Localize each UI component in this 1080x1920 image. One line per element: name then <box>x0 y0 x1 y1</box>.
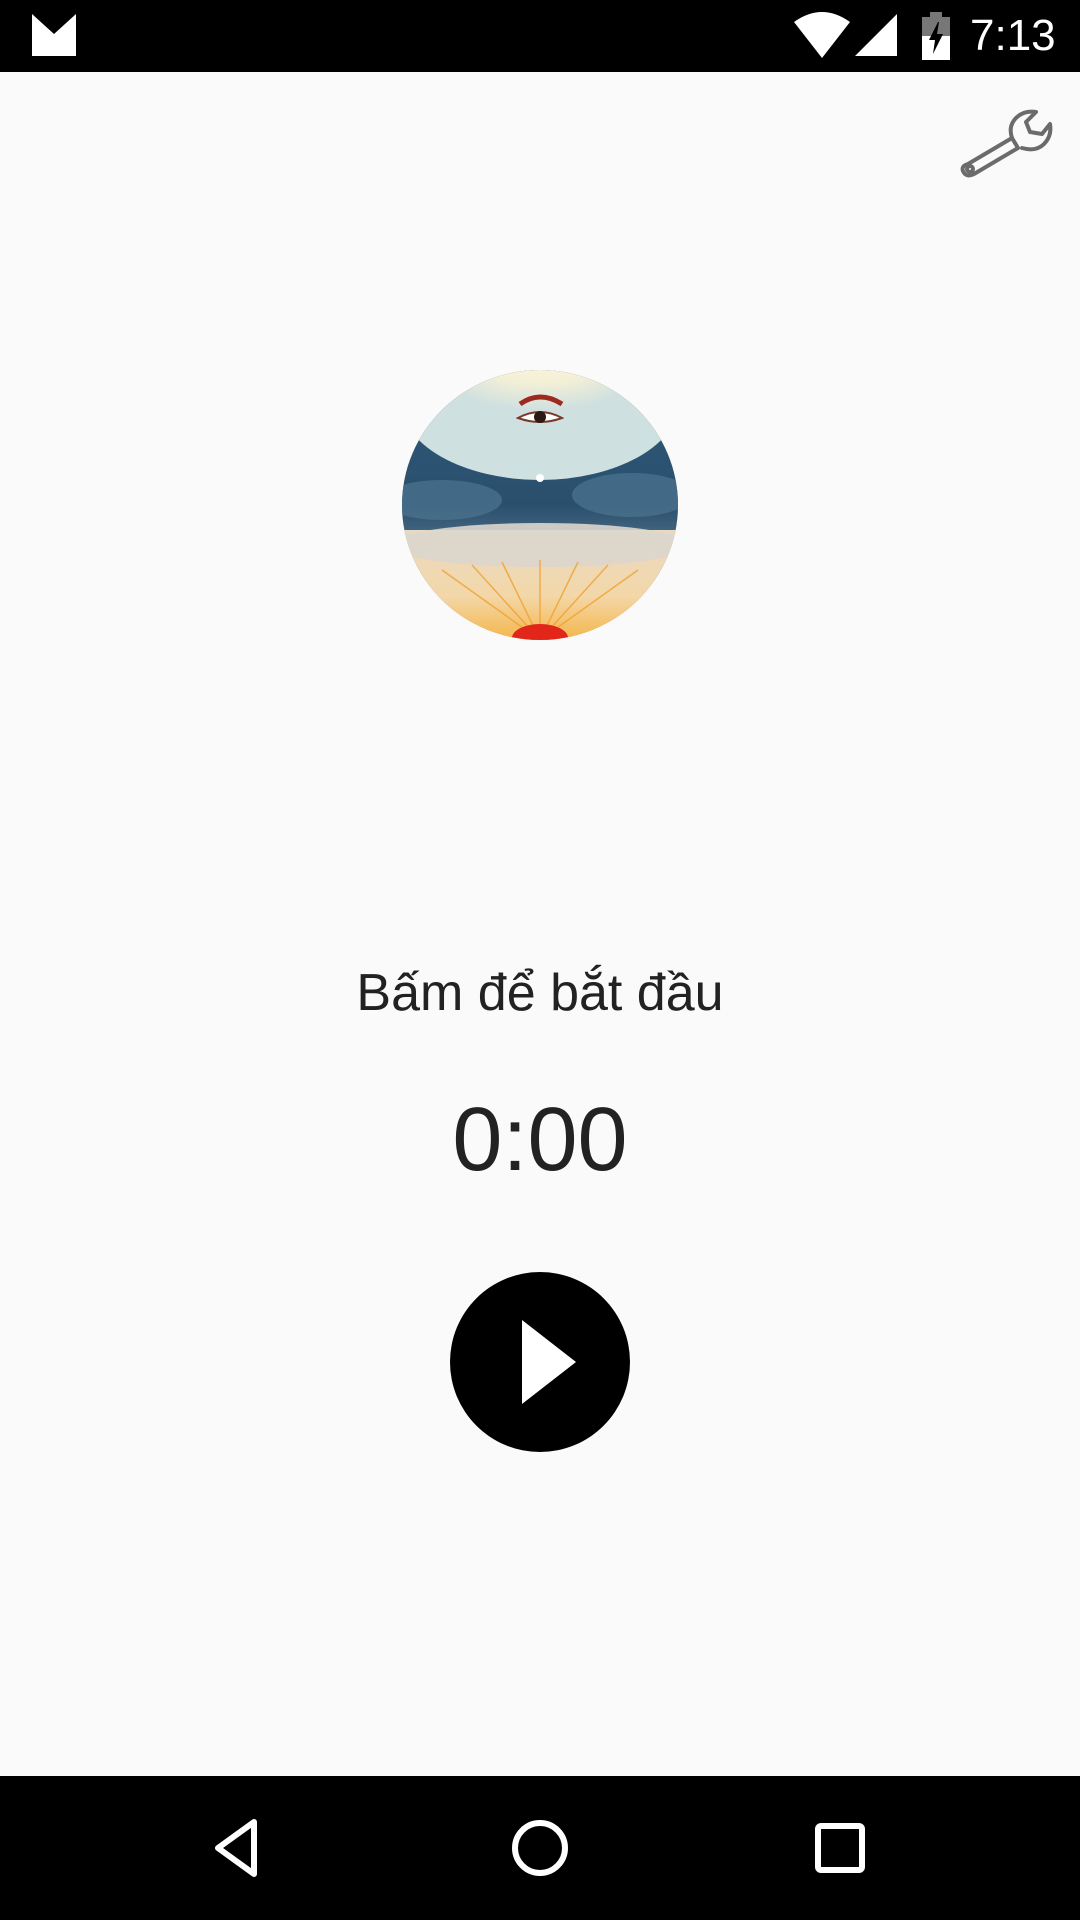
wifi-icon <box>794 12 850 58</box>
eye-sky-sun-artwork <box>402 370 678 640</box>
gmail-icon <box>32 14 76 56</box>
back-button[interactable] <box>204 1812 276 1884</box>
artwork-image <box>402 370 678 640</box>
recents-icon <box>815 1823 865 1873</box>
home-button[interactable] <box>504 1812 576 1884</box>
recents-button[interactable] <box>804 1812 876 1884</box>
navigation-bar <box>0 1776 1080 1920</box>
screen: 7:13 Bấm để bắt đầu 0:00 <box>0 0 1080 1920</box>
timer-display: 0:00 <box>452 1090 628 1190</box>
cell-signal-icon <box>855 14 897 56</box>
settings-button[interactable] <box>958 104 1054 182</box>
play-icon <box>522 1320 576 1404</box>
clock: 7:13 <box>970 11 1056 60</box>
back-icon <box>215 1819 257 1877</box>
play-button[interactable] <box>450 1272 630 1452</box>
status-bar: 7:13 <box>0 0 1080 72</box>
start-prompt: Bấm để bắt đầu <box>356 964 724 1022</box>
home-icon <box>512 1820 568 1876</box>
battery-charging-icon <box>922 12 950 60</box>
wrench-icon <box>960 109 1053 178</box>
